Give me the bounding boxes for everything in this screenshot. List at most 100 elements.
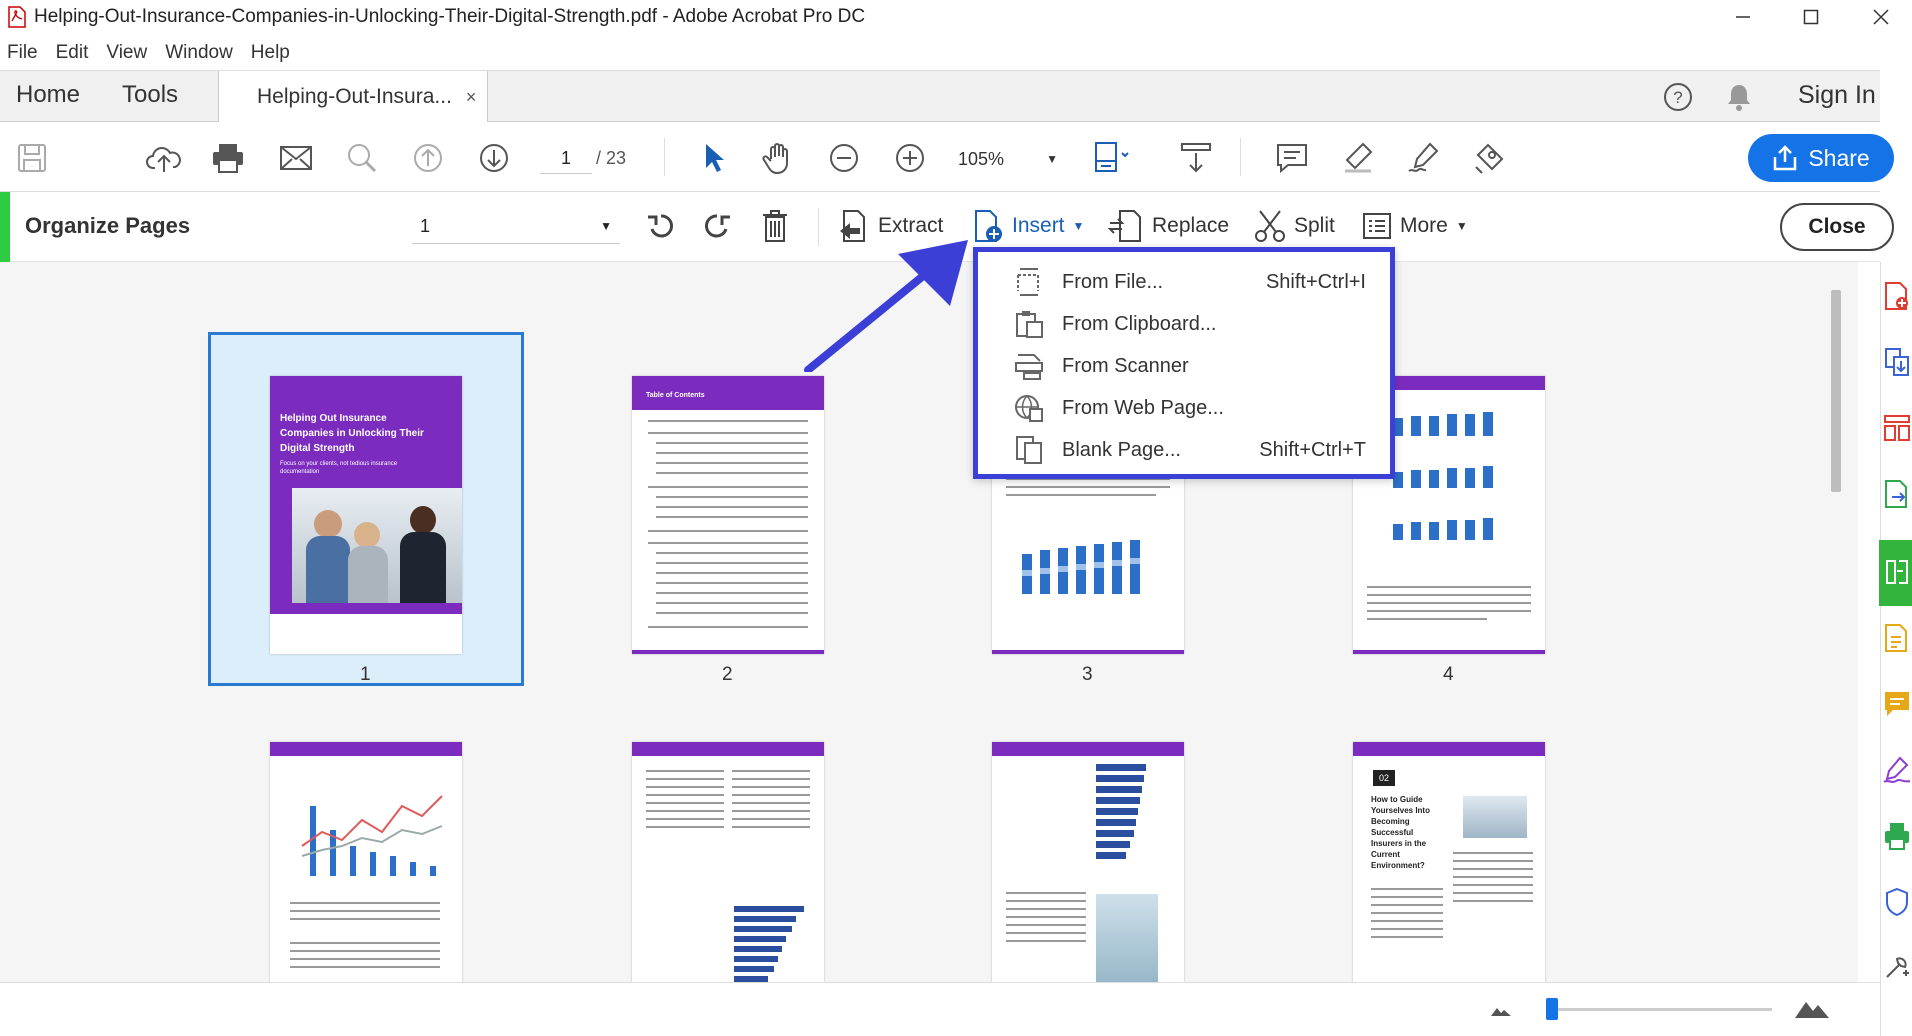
page-number-input[interactable]: 1: [540, 142, 592, 174]
page-thumbnail-2[interactable]: Table of Contents: [632, 376, 824, 654]
page-down-icon[interactable]: [474, 138, 514, 178]
email-icon[interactable]: [276, 138, 316, 178]
chevron-down-icon: ▼: [1046, 152, 1058, 166]
tab-document[interactable]: Helping-Out-Insura... ×: [218, 71, 488, 123]
help-icon[interactable]: ?: [1662, 81, 1694, 113]
menu-help[interactable]: Help: [251, 42, 290, 64]
sign-icon[interactable]: [1404, 138, 1444, 178]
comment-icon[interactable]: [1272, 138, 1312, 178]
replace-button[interactable]: Replace: [1108, 206, 1229, 246]
page-total: / 23: [596, 148, 627, 168]
insert-button[interactable]: Insert ▼: [972, 206, 1084, 246]
print-production-icon[interactable]: [1881, 814, 1912, 858]
bar-chart-figure: [1393, 412, 1493, 540]
fit-page-icon[interactable]: [1092, 138, 1132, 178]
page-thumbnail-7[interactable]: [992, 742, 1184, 982]
create-pdf-icon[interactable]: [1881, 274, 1912, 318]
insert-from-web-page-item[interactable]: From Web Page...: [978, 388, 1390, 428]
combine-files-icon[interactable]: [1881, 340, 1912, 384]
menu-item-label: From Clipboard...: [1062, 312, 1217, 335]
comment-icon[interactable]: [1881, 682, 1912, 726]
callout-arrow-icon: [804, 240, 968, 372]
fill-sign-icon[interactable]: [1881, 748, 1912, 792]
cover-subtitle: Focus on your clients, not tedious insur…: [280, 461, 398, 475]
close-organize-button[interactable]: Close: [1780, 203, 1894, 251]
organize-pages-active-icon[interactable]: [1881, 550, 1912, 594]
menu-edit[interactable]: Edit: [56, 42, 89, 64]
insert-file-icon: [1012, 265, 1046, 299]
menu-view[interactable]: View: [106, 42, 147, 64]
zoom-out-icon[interactable]: [824, 138, 864, 178]
more-tools-icon[interactable]: [1881, 946, 1912, 990]
scissors-icon: [1255, 210, 1285, 242]
menu-window[interactable]: Window: [165, 42, 233, 64]
rotate-left-icon[interactable]: [644, 206, 678, 246]
stamp-icon[interactable]: [1470, 138, 1510, 178]
thumbnail-zoom-slider[interactable]: [1546, 998, 1558, 1020]
tab-tools[interactable]: Tools: [122, 81, 178, 109]
maximize-icon[interactable]: [1776, 0, 1846, 34]
main-toolbar: 1 / 23 105% ▼ Share: [0, 122, 1894, 192]
section-badge: 02: [1373, 770, 1395, 786]
hand-icon[interactable]: [758, 138, 798, 178]
select-cursor-icon[interactable]: [694, 138, 734, 178]
chevron-down-icon: ▼: [600, 219, 612, 233]
edit-pdf-icon[interactable]: [1881, 616, 1912, 660]
split-button[interactable]: Split: [1254, 206, 1335, 246]
close-icon[interactable]: [1846, 0, 1912, 34]
page-range-select[interactable]: 1 ▼: [412, 208, 620, 244]
menu-file[interactable]: File: [7, 42, 38, 64]
print-icon[interactable]: [208, 138, 248, 178]
delete-icon[interactable]: [760, 206, 790, 246]
insert-from-scanner-item[interactable]: From Scanner: [978, 346, 1390, 386]
zoom-select[interactable]: 105% ▼: [958, 144, 1058, 174]
save-icon[interactable]: [12, 138, 52, 178]
share-icon: [1774, 145, 1797, 171]
more-button[interactable]: More ▼: [1362, 206, 1468, 246]
organize-icon[interactable]: [1881, 406, 1912, 450]
minimize-icon[interactable]: [1708, 0, 1778, 34]
page-thumbnail-1[interactable]: Helping Out Insurance Companies in Unloc…: [270, 376, 462, 654]
notification-bell-icon[interactable]: [1724, 81, 1754, 113]
svg-text:?: ?: [1673, 88, 1682, 107]
document-photo: [1096, 894, 1158, 982]
export-pdf-icon[interactable]: [1881, 472, 1912, 516]
search-icon[interactable]: [342, 138, 382, 178]
scroll-mode-icon[interactable]: [1176, 138, 1216, 178]
tab-close-icon[interactable]: ×: [466, 87, 477, 108]
page-thumbnail-5[interactable]: [270, 742, 462, 982]
right-tools-rail: [1879, 262, 1912, 1036]
page-thumbnail-8[interactable]: 02 How to Guide Yourselves Into Becoming…: [1353, 742, 1545, 982]
share-button[interactable]: Share: [1748, 134, 1894, 182]
zoom-small-mountain-icon[interactable]: [1490, 1001, 1512, 1017]
menu-item-label: From Web Page...: [1062, 396, 1224, 419]
insert-blank-page-item[interactable]: Blank Page... Shift+Ctrl+T: [978, 430, 1390, 470]
menu-item-shortcut: Shift+Ctrl+I: [1265, 270, 1366, 293]
combo-chart-figure: [301, 795, 443, 876]
zoom-in-icon[interactable]: [890, 138, 930, 178]
page-thumbnail-6[interactable]: [632, 742, 824, 982]
organize-title: Organize Pages: [25, 213, 191, 238]
thumbnail-zoom-track[interactable]: [1550, 1008, 1772, 1011]
upload-cloud-icon[interactable]: [144, 138, 184, 178]
thumbnail-zoom-bar: [0, 982, 1880, 1036]
zoom-value: 105%: [958, 149, 1005, 169]
insert-from-file-item[interactable]: From File... Shift+Ctrl+I: [978, 262, 1390, 302]
vertical-scrollbar[interactable]: [1831, 290, 1841, 492]
tab-document-label: Helping-Out-Insura...: [257, 85, 452, 108]
rotate-right-icon[interactable]: [700, 206, 734, 246]
insert-label: Insert: [1012, 214, 1065, 237]
chevron-down-icon: ▼: [1072, 219, 1085, 233]
page-up-icon[interactable]: [408, 138, 448, 178]
zoom-large-mountain-icon[interactable]: [1794, 995, 1830, 1019]
tab-home[interactable]: Home: [16, 81, 80, 109]
page-number-label: 3: [1082, 664, 1093, 685]
protect-icon[interactable]: [1881, 880, 1912, 924]
active-tool-indicator: [0, 192, 10, 262]
sign-in-link[interactable]: Sign In: [1798, 81, 1876, 110]
menu-item-label: Blank Page...: [1062, 438, 1181, 461]
highlight-icon[interactable]: [1338, 138, 1378, 178]
insert-from-clipboard-item[interactable]: From Clipboard...: [978, 304, 1390, 344]
menu-item-label: From File...: [1062, 270, 1164, 293]
clipboard-icon: [1012, 307, 1046, 341]
